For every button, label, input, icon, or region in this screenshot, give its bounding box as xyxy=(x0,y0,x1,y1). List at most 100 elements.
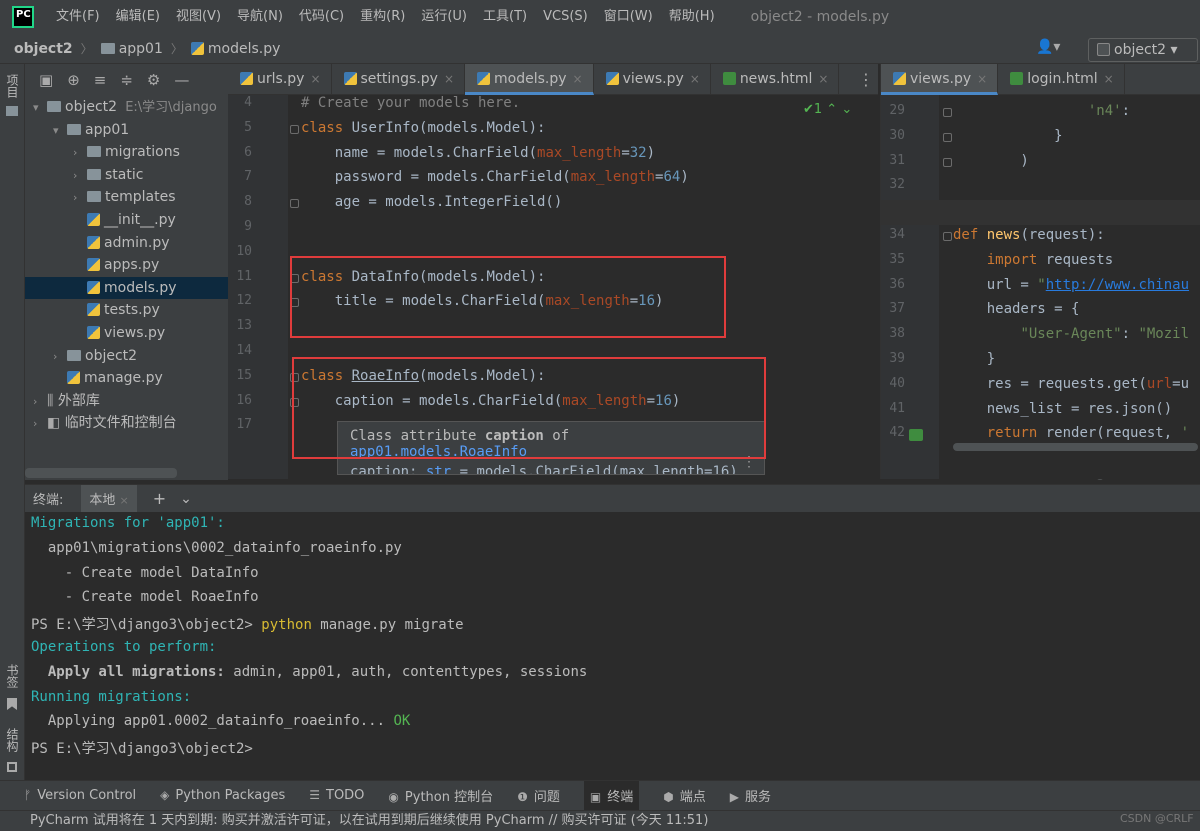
tree-item[interactable]: apps.py xyxy=(25,254,228,276)
status-message[interactable]: PyCharm 试用将在 1 天内到期: 购买并激活许可证，以在试用到期后继续使… xyxy=(30,813,708,828)
editor-tab[interactable]: settings.py × xyxy=(332,64,466,95)
tree-item[interactable]: › object2 xyxy=(25,345,228,367)
bookmark-icon[interactable] xyxy=(7,698,17,710)
breadcrumb-app01[interactable]: app01 xyxy=(93,41,163,57)
line-number: 7 xyxy=(244,169,252,185)
collapse-all-icon[interactable]: ≑ xyxy=(120,71,133,89)
tree-item[interactable]: › templates xyxy=(25,186,228,208)
fold-marker-icon[interactable] xyxy=(943,157,952,167)
run-configuration-select[interactable]: object2 ▾ xyxy=(1088,38,1198,62)
breadcrumb-file[interactable]: models.py xyxy=(183,41,280,57)
tree-item[interactable]: __init__.py xyxy=(25,209,228,231)
fold-marker-icon[interactable] xyxy=(290,124,299,134)
tree-item[interactable]: manage.py xyxy=(25,367,228,389)
editor-tab[interactable]: login.html × xyxy=(998,64,1125,95)
settings-gear-icon[interactable]: ⚙ xyxy=(147,71,160,89)
editor-tab[interactable]: views.py × xyxy=(881,64,999,95)
expand-arrow-icon[interactable]: › xyxy=(73,165,87,186)
expand-arrow-icon[interactable]: › xyxy=(73,187,87,208)
close-tab-icon[interactable]: × xyxy=(120,494,129,507)
fold-marker-icon[interactable] xyxy=(943,232,952,241)
tree-item-label: __init__.py xyxy=(104,212,176,228)
tree-item[interactable]: views.py xyxy=(25,322,228,344)
menu-item[interactable]: 帮助(H) xyxy=(661,0,723,34)
code-line: password = models.CharField(max_length=6… xyxy=(301,169,689,186)
user-account-icon[interactable]: 👤▾ xyxy=(1036,39,1076,59)
menu-item[interactable]: 文件(F) xyxy=(48,0,108,34)
tree-item[interactable]: tests.py xyxy=(25,299,228,321)
close-tab-icon[interactable]: × xyxy=(444,72,454,86)
editor-tab[interactable]: news.html × xyxy=(711,64,840,95)
toolwindow-python-packages[interactable]: ◈ Python Packages xyxy=(160,788,285,803)
structure-icon[interactable] xyxy=(7,762,17,772)
fold-marker-icon[interactable] xyxy=(943,132,952,142)
breadcrumb-project[interactable]: object2 xyxy=(0,41,73,57)
pycharm-logo-icon: PC xyxy=(12,6,34,28)
close-tab-icon[interactable]: × xyxy=(818,72,828,86)
toolwindow-endpoints[interactable]: ⬢ 端点 xyxy=(663,786,706,805)
terminal-dropdown-icon[interactable]: ⌄ xyxy=(180,491,192,507)
menu-item[interactable]: 运行(U) xyxy=(413,0,475,34)
close-tab-icon[interactable]: × xyxy=(573,72,583,86)
tree-item[interactable]: › static xyxy=(25,164,228,186)
expand-arrow-icon[interactable]: › xyxy=(33,391,47,412)
menu-item[interactable]: 代码(C) xyxy=(291,0,352,34)
locate-icon[interactable]: ⊕ xyxy=(67,71,80,89)
menu-item[interactable]: 视图(V) xyxy=(168,0,229,34)
project-horizontal-scrollbar[interactable] xyxy=(25,468,177,478)
project-tool-tab[interactable]: 项目 xyxy=(4,74,21,98)
menu-item[interactable]: 工具(T) xyxy=(475,0,535,34)
bookmarks-tool-tab[interactable]: 书签 xyxy=(4,664,21,688)
expand-arrow-icon[interactable]: › xyxy=(33,413,47,434)
fold-marker-icon[interactable] xyxy=(290,199,299,209)
hide-panel-icon[interactable]: — xyxy=(174,71,189,89)
python-file-icon xyxy=(477,72,491,85)
editor-tab[interactable]: views.py × xyxy=(594,64,711,95)
close-tab-icon[interactable]: × xyxy=(977,72,987,86)
expand-arrow-icon[interactable]: ▾ xyxy=(53,120,67,141)
tree-item-label: migrations xyxy=(105,144,180,161)
tree-item[interactable]: › migrations xyxy=(25,141,228,163)
split-code-editor[interactable]: 2930313233343536373839404142 'n4': } )de… xyxy=(880,95,1200,479)
fold-marker-icon[interactable] xyxy=(943,108,952,117)
menu-item[interactable]: 窗口(W) xyxy=(596,0,661,34)
tree-item[interactable]: › ◧ 临时文件和控制台 xyxy=(25,412,228,434)
toolwindow-terminal[interactable]: ▣ 终端 xyxy=(583,781,640,810)
expand-all-icon[interactable]: ≡ xyxy=(94,71,107,89)
expand-arrow-icon[interactable]: ▾ xyxy=(33,97,47,118)
tree-item-label: 临时文件和控制台 xyxy=(64,415,177,432)
toolwindow-services[interactable]: ▶ 服务 xyxy=(730,786,771,805)
toolwindow-version-control[interactable]: ᚠ Version Control xyxy=(24,788,136,803)
editor-tab[interactable]: models.py × xyxy=(465,64,594,95)
tree-item[interactable]: ▾ app01 xyxy=(25,119,228,141)
tree-item[interactable]: admin.py xyxy=(25,232,228,254)
structure-tool-tab[interactable]: 结构 xyxy=(4,728,21,752)
tree-item[interactable]: › ⫼ 外部库 xyxy=(25,390,228,412)
split-editor-scrollbar[interactable] xyxy=(953,443,1198,451)
toolwindow-todo[interactable]: ☰ TODO xyxy=(309,788,364,803)
project-view-icon[interactable]: ▣ xyxy=(39,71,53,89)
terminal-tab-local[interactable]: 本地 × xyxy=(81,485,137,512)
toolwindow-python-console[interactable]: ◉ Python 控制台 xyxy=(388,786,493,805)
close-tab-icon[interactable]: × xyxy=(310,72,320,86)
more-tabs-icon[interactable]: ⋮ xyxy=(858,70,874,89)
close-tab-icon[interactable]: × xyxy=(690,72,700,86)
python-file-icon xyxy=(605,72,619,85)
menu-item[interactable]: 导航(N) xyxy=(229,0,291,34)
menu-item[interactable]: VCS(S) xyxy=(535,0,596,34)
tree-item[interactable]: ▾ object2 E:\学习\django xyxy=(25,96,228,118)
tree-item[interactable]: models.py xyxy=(25,276,228,299)
new-terminal-icon[interactable]: + xyxy=(153,489,166,508)
close-tab-icon[interactable]: × xyxy=(1104,72,1114,86)
toolwindow-problems[interactable]: ❶ 问题 xyxy=(517,786,560,805)
expand-arrow-icon[interactable]: › xyxy=(73,142,87,163)
inspection-widget[interactable]: ✔1 ⌃ ⌄ xyxy=(803,102,852,117)
menu-item[interactable]: 编辑(E) xyxy=(108,0,168,34)
python-file-icon xyxy=(87,280,100,294)
html-template-gutter-icon[interactable] xyxy=(909,429,923,441)
project-folder-icon[interactable] xyxy=(6,106,18,116)
expand-arrow-icon[interactable]: › xyxy=(53,346,67,367)
menu-item[interactable]: 重构(R) xyxy=(352,0,413,34)
terminal-output[interactable]: Migrations for 'app01': app01\migrations… xyxy=(25,512,1200,780)
editor-tab[interactable]: urls.py × xyxy=(228,64,332,95)
